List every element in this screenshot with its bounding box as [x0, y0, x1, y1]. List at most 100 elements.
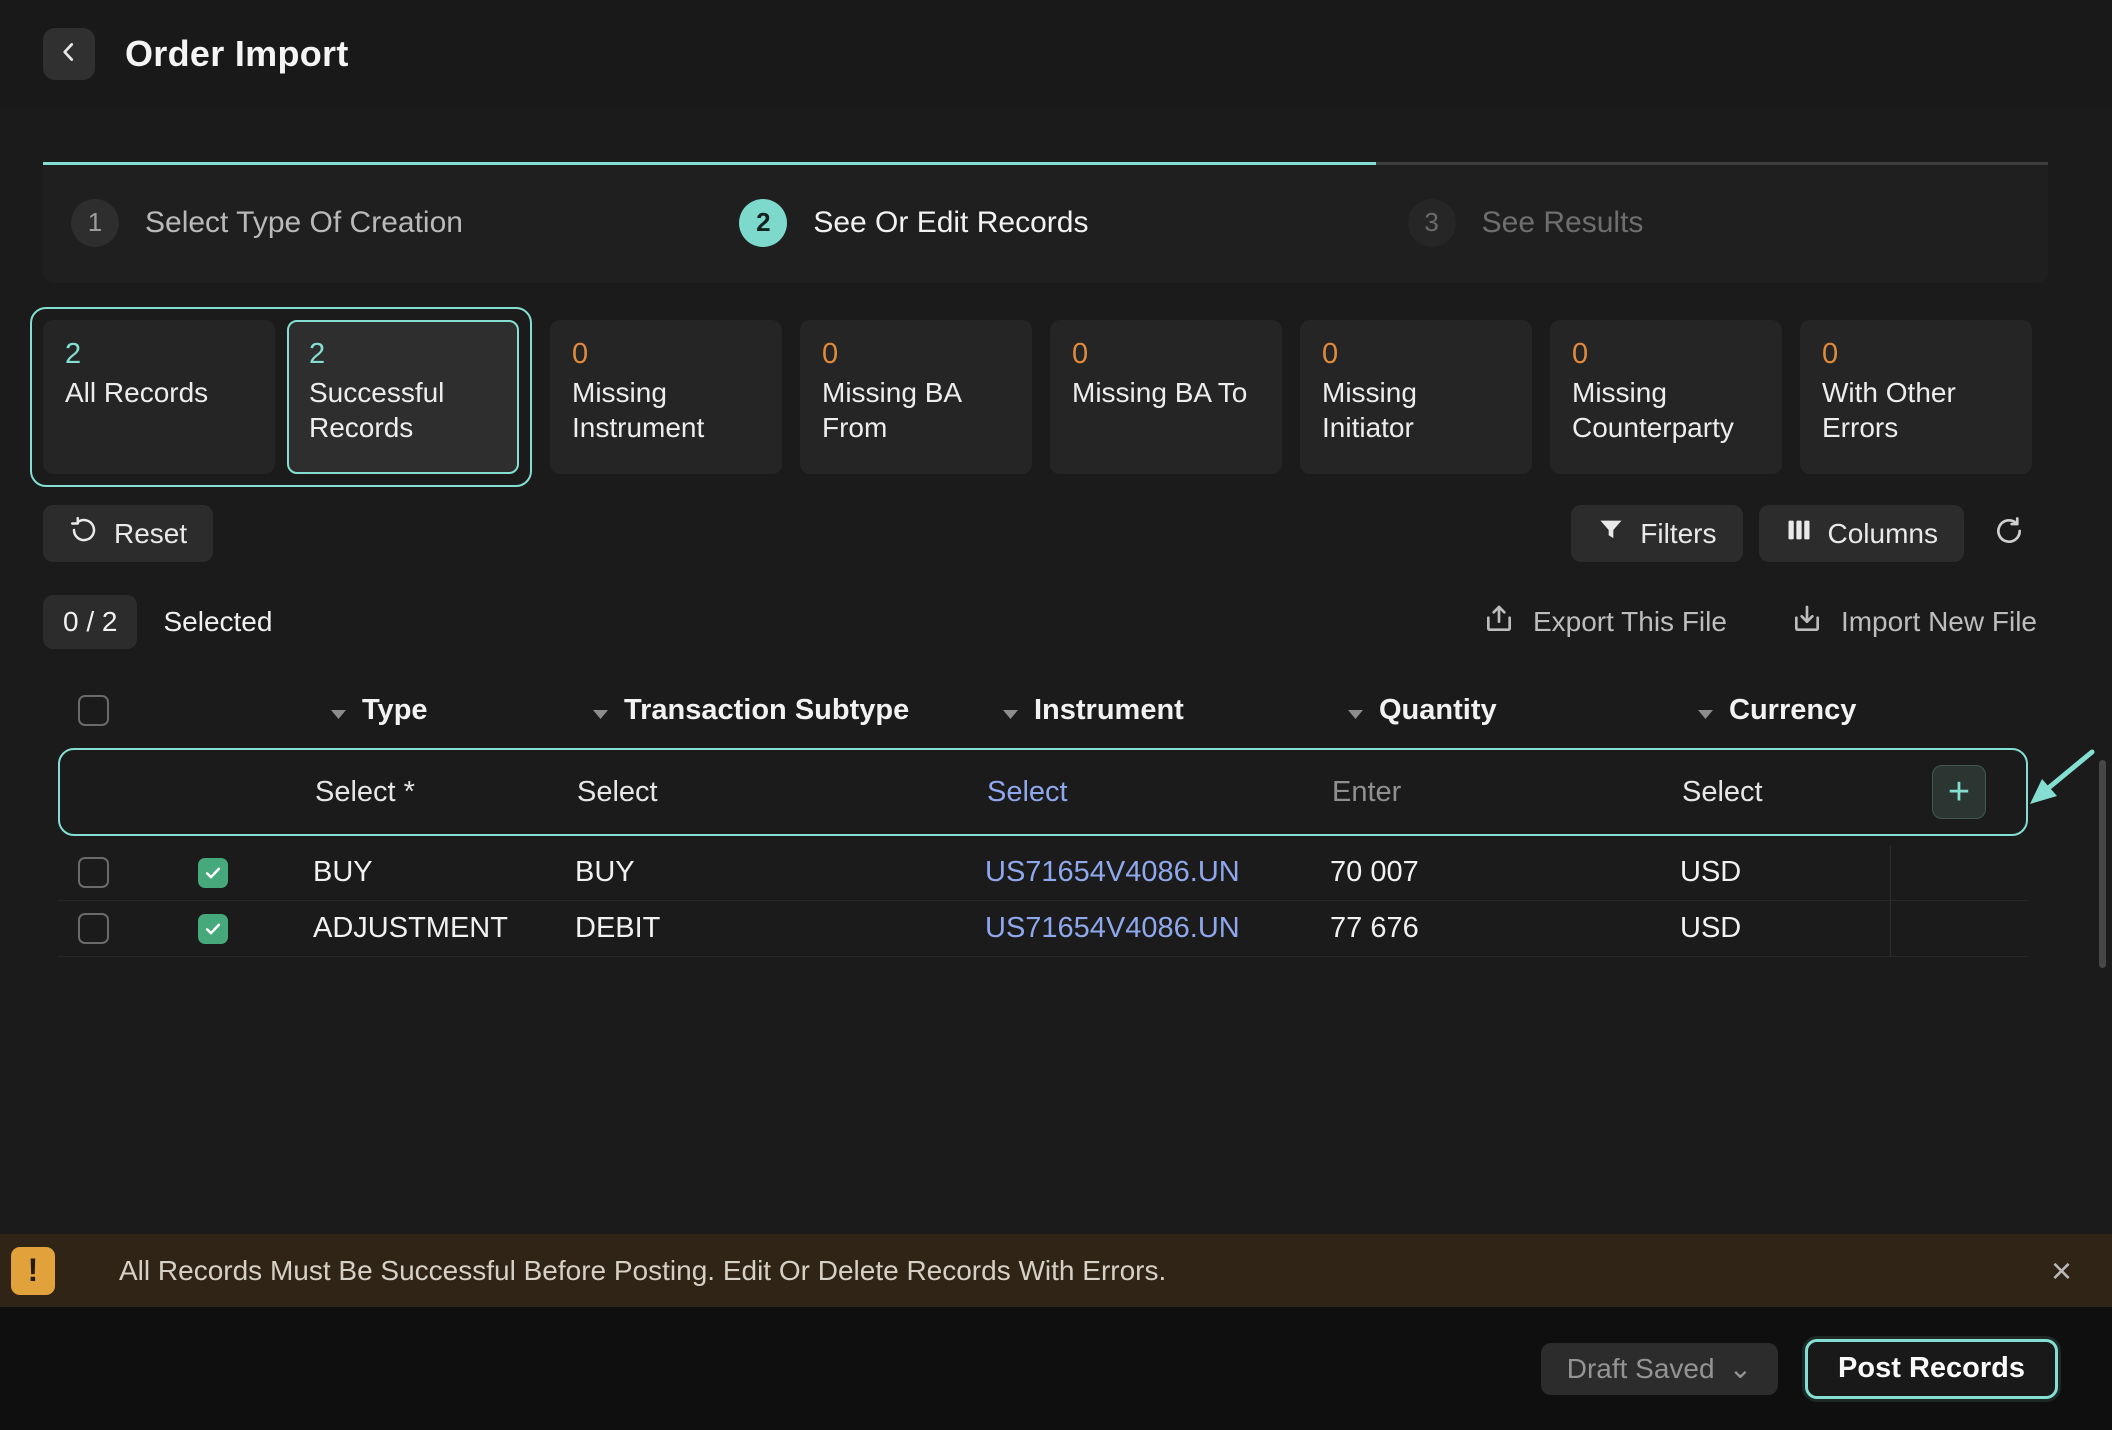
step-number: 3	[1408, 199, 1456, 247]
cell-subtype[interactable]: DEBIT	[575, 912, 985, 945]
refresh-button[interactable]	[1980, 505, 2037, 562]
cell-currency[interactable]: USD	[1680, 912, 1890, 945]
card-count: 0	[1822, 338, 2010, 371]
add-subtype-select[interactable]: Select	[577, 776, 987, 809]
chevron-down-icon: ⌄	[1729, 1352, 1752, 1385]
import-icon	[1791, 603, 1823, 642]
reset-button[interactable]: Reset	[43, 505, 213, 562]
card-count: 0	[572, 338, 760, 371]
back-button[interactable]	[43, 28, 95, 80]
add-record-row: Select * Select Select Enter Select +	[58, 748, 2028, 836]
draft-saved-label: Draft Saved	[1567, 1353, 1715, 1385]
column-dropdown-icon[interactable]	[331, 694, 346, 727]
cell-quantity[interactable]: 77 676	[1330, 912, 1680, 945]
filters-label: Filters	[1640, 518, 1716, 550]
step-see-results[interactable]: 3 See Results	[1380, 199, 2048, 247]
export-label: Export This File	[1533, 606, 1727, 638]
card-count: 0	[1072, 338, 1260, 371]
column-dropdown-icon[interactable]	[1003, 694, 1018, 727]
add-currency-select[interactable]: Select	[1682, 776, 1892, 809]
cell-currency[interactable]: USD	[1680, 856, 1890, 889]
filter-icon	[1597, 516, 1625, 551]
add-record-button[interactable]: +	[1932, 765, 1986, 819]
cell-subtype[interactable]: BUY	[575, 856, 985, 889]
select-all-checkbox[interactable]	[78, 695, 109, 726]
row-actions-cell	[1890, 901, 2028, 956]
page-title: Order Import	[125, 33, 349, 75]
order-import-page: Order Import 1 Select Type Of Creation 2…	[0, 0, 2112, 1430]
cell-type[interactable]: ADJUSTMENT	[313, 912, 575, 945]
card-label: Successful Records	[309, 375, 497, 445]
columns-button[interactable]: Columns	[1759, 505, 1964, 562]
table-row: BUY BUY US71654V4086.UN 70 007 USD	[58, 845, 2028, 901]
table-toolbar: Reset Filters Columns	[43, 505, 2037, 562]
card-label: All Records	[65, 375, 253, 410]
card-label: Missing Counterparty	[1572, 375, 1760, 445]
column-header-instrument: Instrument	[1034, 694, 1184, 727]
columns-label: Columns	[1828, 518, 1938, 550]
record-valid-checkbox	[198, 858, 228, 888]
cell-instrument-link[interactable]: US71654V4086.UN	[985, 912, 1330, 945]
cell-instrument-link[interactable]: US71654V4086.UN	[985, 856, 1330, 889]
cell-type[interactable]: BUY	[313, 856, 575, 889]
card-label: Missing Instrument	[572, 375, 760, 445]
stepper-progress-fill	[43, 162, 1376, 165]
step-select-type-of-creation[interactable]: 1 Select Type Of Creation	[43, 199, 711, 247]
add-quantity-input[interactable]: Enter	[1332, 776, 1682, 809]
table-row: ADJUSTMENT DEBIT US71654V4086.UN 77 676 …	[58, 901, 2028, 957]
card-count: 0	[1572, 338, 1760, 371]
warning-message: All Records Must Be Successful Before Po…	[119, 1255, 1166, 1287]
columns-icon	[1785, 516, 1813, 551]
import-new-file-button[interactable]: Import New File	[1791, 603, 2037, 642]
banner-close-button[interactable]: ×	[2041, 1246, 2082, 1296]
step-label: See Or Edit Records	[813, 206, 1088, 240]
post-records-label: Post Records	[1838, 1352, 2025, 1385]
card-missing-instrument[interactable]: 0 Missing Instrument	[550, 320, 782, 474]
column-header-transaction-subtype: Transaction Subtype	[624, 694, 909, 727]
card-missing-ba-from[interactable]: 0 Missing BA From	[800, 320, 1032, 474]
warning-banner: ! All Records Must Be Successful Before …	[0, 1234, 2112, 1307]
column-dropdown-icon[interactable]	[593, 694, 608, 727]
highlighted-card-group: 2 All Records 2 Successful Records	[30, 307, 532, 487]
row-select-checkbox[interactable]	[78, 913, 109, 944]
vertical-scrollbar[interactable]	[2099, 760, 2106, 968]
card-with-other-errors[interactable]: 0 With Other Errors	[1800, 320, 2032, 474]
export-icon	[1483, 603, 1515, 642]
step-number: 1	[71, 199, 119, 247]
reset-icon	[69, 515, 99, 552]
draft-saved-button[interactable]: Draft Saved ⌄	[1541, 1343, 1778, 1395]
card-successful-records[interactable]: 2 Successful Records	[287, 320, 519, 474]
column-dropdown-icon[interactable]	[1348, 694, 1363, 727]
row-select-checkbox[interactable]	[78, 857, 109, 888]
selected-count-badge: 0 / 2	[43, 595, 137, 649]
top-bar: Order Import	[0, 0, 2112, 108]
export-this-file-button[interactable]: Export This File	[1483, 603, 1727, 642]
stepper-progress-track	[43, 162, 2048, 165]
card-count: 2	[65, 338, 253, 371]
card-label: Missing Initiator	[1322, 375, 1510, 445]
stepper: 1 Select Type Of Creation 2 See Or Edit …	[43, 162, 2048, 283]
card-label: Missing BA From	[822, 375, 1010, 445]
reset-label: Reset	[114, 518, 187, 550]
table-header-row: Type Transaction Subtype Instrument Quan…	[58, 676, 2028, 744]
step-see-or-edit-records[interactable]: 2 See Or Edit Records	[711, 199, 1379, 247]
card-missing-initiator[interactable]: 0 Missing Initiator	[1300, 320, 1532, 474]
card-all-records[interactable]: 2 All Records	[43, 320, 275, 474]
card-count: 2	[309, 338, 497, 371]
import-label: Import New File	[1841, 606, 2037, 638]
selected-label: Selected	[163, 606, 272, 638]
step-label: Select Type Of Creation	[145, 206, 463, 240]
column-dropdown-icon[interactable]	[1698, 694, 1713, 727]
cell-quantity[interactable]: 70 007	[1330, 856, 1680, 889]
column-header-currency: Currency	[1729, 694, 1856, 727]
add-instrument-select[interactable]: Select	[987, 776, 1332, 809]
chevron-left-icon	[56, 39, 82, 70]
card-count: 0	[1322, 338, 1510, 371]
add-type-select[interactable]: Select *	[315, 776, 577, 809]
card-missing-ba-to[interactable]: 0 Missing BA To	[1050, 320, 1282, 474]
row-actions-cell	[1890, 845, 2028, 900]
post-records-button[interactable]: Post Records	[1805, 1339, 2058, 1399]
cursor-arrow-annotation	[2022, 744, 2098, 815]
filters-button[interactable]: Filters	[1571, 505, 1742, 562]
card-missing-counterparty[interactable]: 0 Missing Counterparty	[1550, 320, 1782, 474]
